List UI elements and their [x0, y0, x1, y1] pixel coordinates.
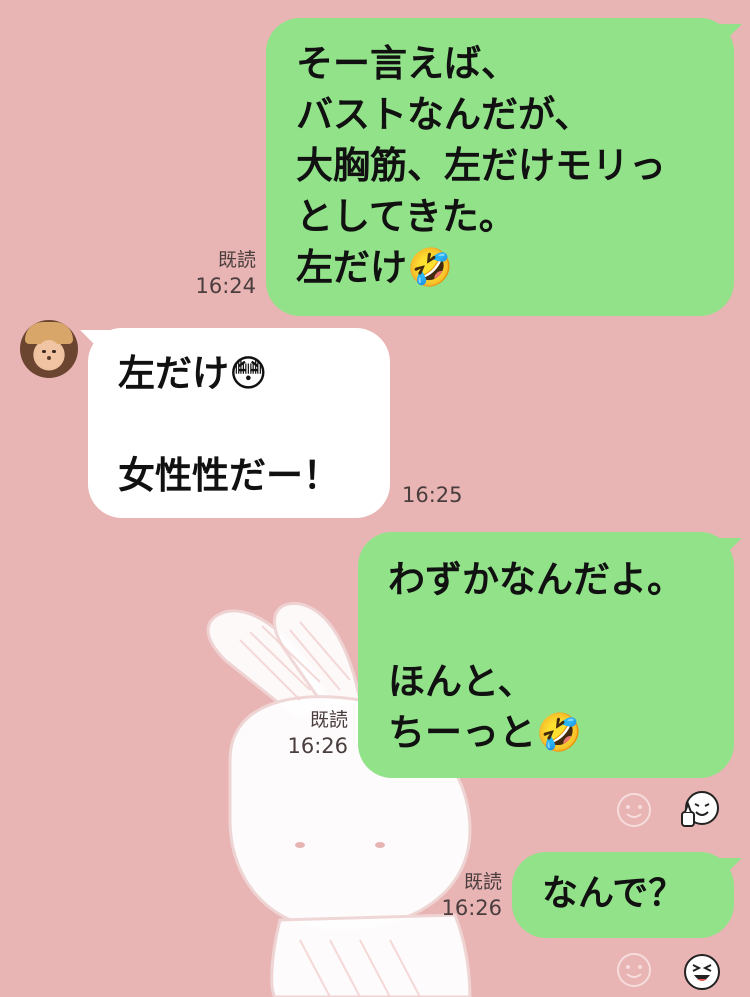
laughing-face-icon[interactable]: [682, 952, 722, 992]
message-bubble-outgoing[interactable]: わずかなんだよ。 ほんと、 ちーっと🤣: [358, 532, 734, 778]
smiley-outline-icon[interactable]: [616, 792, 652, 828]
read-receipt-1: 既読 16:24: [195, 248, 256, 300]
read-receipt-2: 既読 16:26: [287, 708, 348, 760]
message-time: 16:26: [287, 734, 348, 758]
message-time: 16:26: [441, 896, 502, 920]
thumbs-up-face-icon[interactable]: [680, 790, 720, 830]
message-bubble-incoming[interactable]: 左だけ😳 女性性だー！: [88, 328, 390, 518]
read-label: 既読: [309, 709, 348, 731]
message-time: 16:25: [402, 483, 463, 507]
read-receipt-3: 既読 16:26: [441, 870, 502, 922]
smiley-outline-icon[interactable]: [616, 952, 652, 988]
read-label: 既読: [463, 871, 502, 893]
message-time: 16:24: [195, 274, 256, 298]
contact-avatar[interactable]: [20, 320, 78, 378]
message-bubble-outgoing[interactable]: そー言えば、 バストなんだが、 大胸筋、左だけモリっ としてきた。 左だけ🤣: [266, 18, 734, 316]
read-label: 既読: [217, 249, 256, 271]
message-bubble-outgoing[interactable]: なんで？: [512, 852, 734, 938]
